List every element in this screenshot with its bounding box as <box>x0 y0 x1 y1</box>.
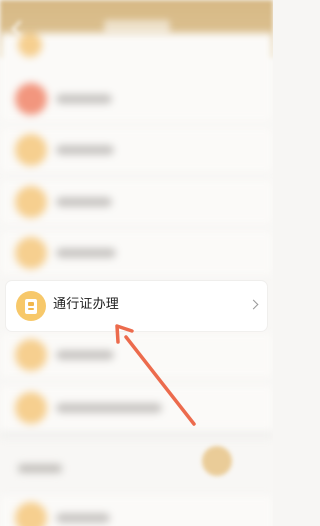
blurred-icon <box>15 186 47 218</box>
blurred-icon <box>18 33 42 57</box>
pass-application-label: 通行证办理 <box>53 297 120 312</box>
pass-card-icon <box>16 291 46 321</box>
list-item[interactable] <box>0 77 273 121</box>
blurred-service-list <box>0 0 273 526</box>
blurred-label <box>56 94 112 104</box>
list-item[interactable] <box>0 231 273 275</box>
blurred-label <box>56 145 114 155</box>
blurred-label <box>56 248 116 258</box>
list-item[interactable] <box>0 128 273 172</box>
app-screen: 通行证办理 <box>0 0 273 526</box>
chevron-right-icon <box>248 299 259 310</box>
blurred-icon <box>15 134 47 166</box>
floating-button[interactable] <box>202 446 232 476</box>
list-item[interactable] <box>0 180 273 224</box>
list-item[interactable] <box>0 33 273 77</box>
card-glyph <box>25 299 37 314</box>
blurred-label <box>56 350 114 360</box>
blurred-label <box>56 513 110 523</box>
pass-application-item[interactable]: 通行证办理 <box>6 281 267 331</box>
list-item[interactable] <box>0 496 273 526</box>
blurred-icon <box>15 392 47 424</box>
blurred-label <box>56 197 112 207</box>
list-item[interactable] <box>0 333 273 377</box>
blurred-section-title <box>18 464 62 473</box>
section-divider <box>0 432 273 438</box>
blurred-icon <box>15 502 47 526</box>
blurred-icon <box>15 237 47 269</box>
blurred-label <box>56 403 162 413</box>
list-item[interactable] <box>0 386 273 430</box>
blurred-icon <box>15 83 47 115</box>
blurred-icon <box>15 339 47 371</box>
